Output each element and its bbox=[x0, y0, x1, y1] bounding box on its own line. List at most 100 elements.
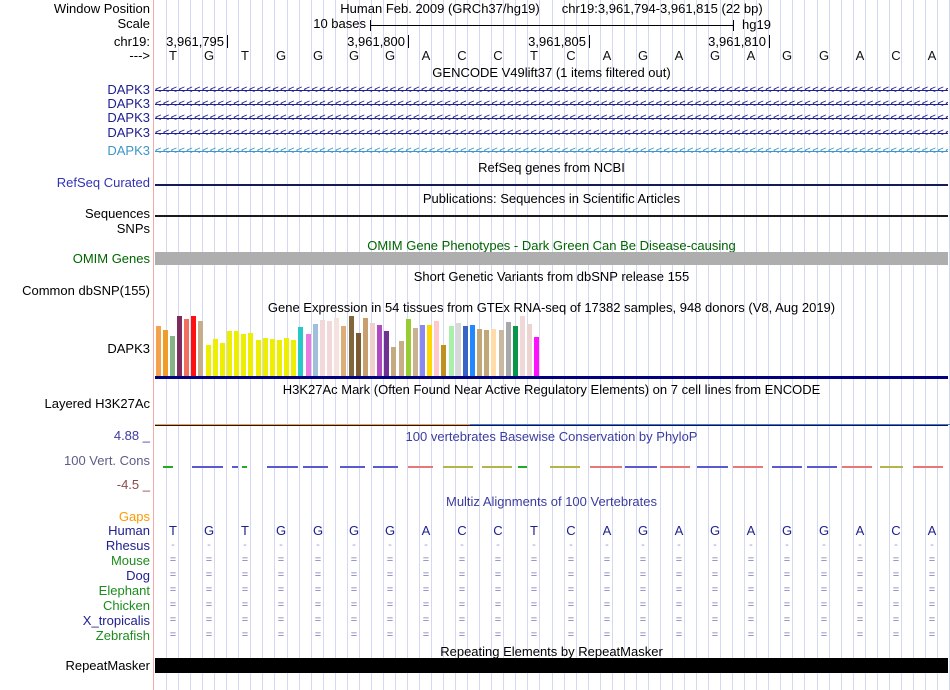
base-letter: = bbox=[675, 569, 683, 581]
refseq-curated-label[interactable]: RefSeq Curated bbox=[0, 176, 150, 189]
repeatmasker-element-bar[interactable] bbox=[155, 658, 948, 673]
gtex-tissue-bar[interactable] bbox=[448, 326, 454, 376]
base-letter: = bbox=[639, 554, 647, 566]
gtex-tissue-bar[interactable] bbox=[405, 319, 411, 376]
base-letter: = bbox=[458, 554, 466, 566]
gtex-tissue-bar[interactable] bbox=[234, 331, 240, 376]
gtex-tissue-bar[interactable] bbox=[391, 347, 397, 376]
gtex-tissue-bar[interactable] bbox=[491, 329, 497, 376]
gencode-gene-strand-arrows[interactable]: <<<<<<<<<<<<<<<<<<<<<<<<<<<<<<<<<<<<<<<<… bbox=[155, 126, 948, 140]
gtex-tissue-bar[interactable] bbox=[327, 321, 333, 376]
gtex-tissue-bar[interactable] bbox=[305, 334, 311, 376]
multiz-species-label[interactable]: Human bbox=[0, 524, 150, 537]
gtex-tissue-bar[interactable] bbox=[484, 330, 490, 376]
gtex-tissue-bar[interactable] bbox=[505, 322, 511, 376]
gencode-gene-label[interactable]: DAPK3 bbox=[0, 111, 150, 124]
gencode-gene-label[interactable]: DAPK3 bbox=[0, 97, 150, 110]
gtex-tissue-bar[interactable] bbox=[184, 319, 190, 376]
gtex-tissue-bar[interactable] bbox=[355, 333, 361, 376]
gtex-tissue-bar[interactable] bbox=[498, 330, 504, 376]
gtex-tissue-bar[interactable] bbox=[162, 330, 168, 376]
base-letter: = bbox=[928, 599, 936, 611]
gtex-tissue-bar[interactable] bbox=[169, 336, 175, 376]
gtex-tissue-bar[interactable] bbox=[384, 331, 390, 376]
gencode-gene-label[interactable]: DAPK3 bbox=[0, 126, 150, 139]
gtex-tissue-bar[interactable] bbox=[427, 325, 433, 376]
window-position-label: Window Position bbox=[53, 1, 150, 16]
phylop-track-label[interactable]: 100 Vert. Cons bbox=[0, 454, 150, 467]
base-letter: = bbox=[277, 569, 285, 581]
gtex-tissue-bar[interactable] bbox=[477, 329, 483, 376]
gencode-gene-label[interactable]: DAPK3 bbox=[0, 83, 150, 96]
gtex-tissue-bar[interactable] bbox=[348, 316, 354, 376]
genome-browser-view[interactable]: Window Position Human Feb. 2009 (GRCh37/… bbox=[0, 0, 950, 690]
gtex-tissue-bar[interactable] bbox=[470, 325, 476, 376]
gtex-tissue-bar[interactable] bbox=[176, 316, 182, 376]
gtex-tissue-bar[interactable] bbox=[212, 339, 218, 376]
snps-label[interactable]: SNPs bbox=[0, 222, 150, 235]
base-letter: = bbox=[567, 554, 575, 566]
gtex-tissue-bar[interactable] bbox=[412, 328, 418, 376]
gtex-tissue-bar[interactable] bbox=[291, 340, 297, 376]
gtex-tissue-bar[interactable] bbox=[520, 316, 526, 376]
gtex-tissue-bar[interactable] bbox=[362, 318, 368, 376]
gtex-gene-label[interactable]: DAPK3 bbox=[0, 342, 150, 355]
repeatmasker-label[interactable]: RepeatMasker bbox=[0, 659, 150, 672]
refseq-gene-line[interactable] bbox=[155, 184, 948, 186]
gtex-tissue-bar[interactable] bbox=[398, 341, 404, 376]
gtex-tissue-bar[interactable] bbox=[298, 327, 304, 376]
gencode-gene-label[interactable]: DAPK3 bbox=[0, 144, 150, 157]
omim-gene-bar[interactable] bbox=[155, 252, 948, 265]
multiz-species-label[interactable]: Zebrafish bbox=[0, 629, 150, 642]
multiz-species-label[interactable]: Dog bbox=[0, 569, 150, 582]
gtex-tissue-bar[interactable] bbox=[248, 333, 254, 376]
gtex-tissue-bar[interactable] bbox=[191, 316, 197, 376]
gtex-tissue-bar[interactable] bbox=[534, 337, 540, 376]
gtex-tissue-bar[interactable] bbox=[226, 331, 232, 376]
gencode-gene-strand-arrows[interactable]: <<<<<<<<<<<<<<<<<<<<<<<<<<<<<<<<<<<<<<<<… bbox=[155, 111, 948, 125]
gtex-tissue-bar[interactable] bbox=[462, 326, 468, 376]
strand-direction-indicator[interactable]: ---> bbox=[0, 49, 150, 62]
gtex-tissue-bar[interactable] bbox=[512, 326, 518, 376]
common-dbsnp-label[interactable]: Common dbSNP(155) bbox=[0, 284, 150, 297]
omim-genes-label[interactable]: OMIM Genes bbox=[0, 252, 150, 265]
phylop-max-value: 4.88 _ bbox=[113, 428, 150, 443]
gtex-tissue-bar[interactable] bbox=[277, 340, 283, 376]
gtex-tissue-bar[interactable] bbox=[527, 324, 533, 376]
gtex-tissue-bar[interactable] bbox=[369, 323, 375, 376]
gtex-tissue-bar[interactable] bbox=[334, 318, 340, 376]
multiz-species-label[interactable]: Gaps bbox=[0, 510, 150, 523]
base-letter: T bbox=[530, 523, 538, 538]
gencode-gene-strand-arrows[interactable]: <<<<<<<<<<<<<<<<<<<<<<<<<<<<<<<<<<<<<<<<… bbox=[155, 83, 948, 97]
multiz-species-label[interactable]: Chicken bbox=[0, 599, 150, 612]
base-letter: T bbox=[169, 48, 177, 63]
gtex-tissue-bar[interactable] bbox=[419, 325, 425, 376]
multiz-species-label[interactable]: Mouse bbox=[0, 554, 150, 567]
gencode-gene-strand-arrows[interactable]: <<<<<<<<<<<<<<<<<<<<<<<<<<<<<<<<<<<<<<<<… bbox=[155, 144, 948, 158]
layered-h3k27ac-label[interactable]: Layered H3K27Ac bbox=[0, 397, 150, 410]
gtex-tissue-bar[interactable] bbox=[269, 339, 275, 376]
gtex-tissue-bar[interactable] bbox=[255, 340, 261, 376]
multiz-species-label[interactable]: Elephant bbox=[0, 584, 150, 597]
gtex-tissue-bar[interactable] bbox=[205, 345, 211, 376]
gtex-tissue-bar[interactable] bbox=[198, 321, 204, 376]
base-letter: = bbox=[675, 614, 683, 626]
sequences-label[interactable]: Sequences bbox=[0, 207, 150, 220]
gtex-tissue-bar[interactable] bbox=[312, 324, 318, 376]
gtex-tissue-bar[interactable] bbox=[219, 343, 225, 376]
gtex-tissue-bar[interactable] bbox=[319, 320, 325, 376]
gtex-tissue-bar[interactable] bbox=[341, 326, 347, 376]
gtex-tissue-bar[interactable] bbox=[262, 338, 268, 376]
gtex-tissue-bar[interactable] bbox=[441, 345, 447, 376]
gtex-tissue-bar[interactable] bbox=[284, 338, 290, 376]
gtex-tissue-bar[interactable] bbox=[155, 326, 161, 376]
gtex-tissue-bar[interactable] bbox=[434, 321, 440, 376]
gtex-tissue-bar[interactable] bbox=[241, 334, 247, 376]
base-letter: - bbox=[894, 539, 898, 551]
gtex-tissue-bar[interactable] bbox=[377, 325, 383, 376]
gtex-tissue-bar[interactable] bbox=[455, 323, 461, 376]
gencode-gene-strand-arrows[interactable]: <<<<<<<<<<<<<<<<<<<<<<<<<<<<<<<<<<<<<<<<… bbox=[155, 97, 948, 111]
sequences-item-line[interactable] bbox=[155, 215, 948, 217]
multiz-species-label[interactable]: Rhesus bbox=[0, 539, 150, 552]
multiz-species-label[interactable]: X_tropicalis bbox=[0, 614, 150, 627]
